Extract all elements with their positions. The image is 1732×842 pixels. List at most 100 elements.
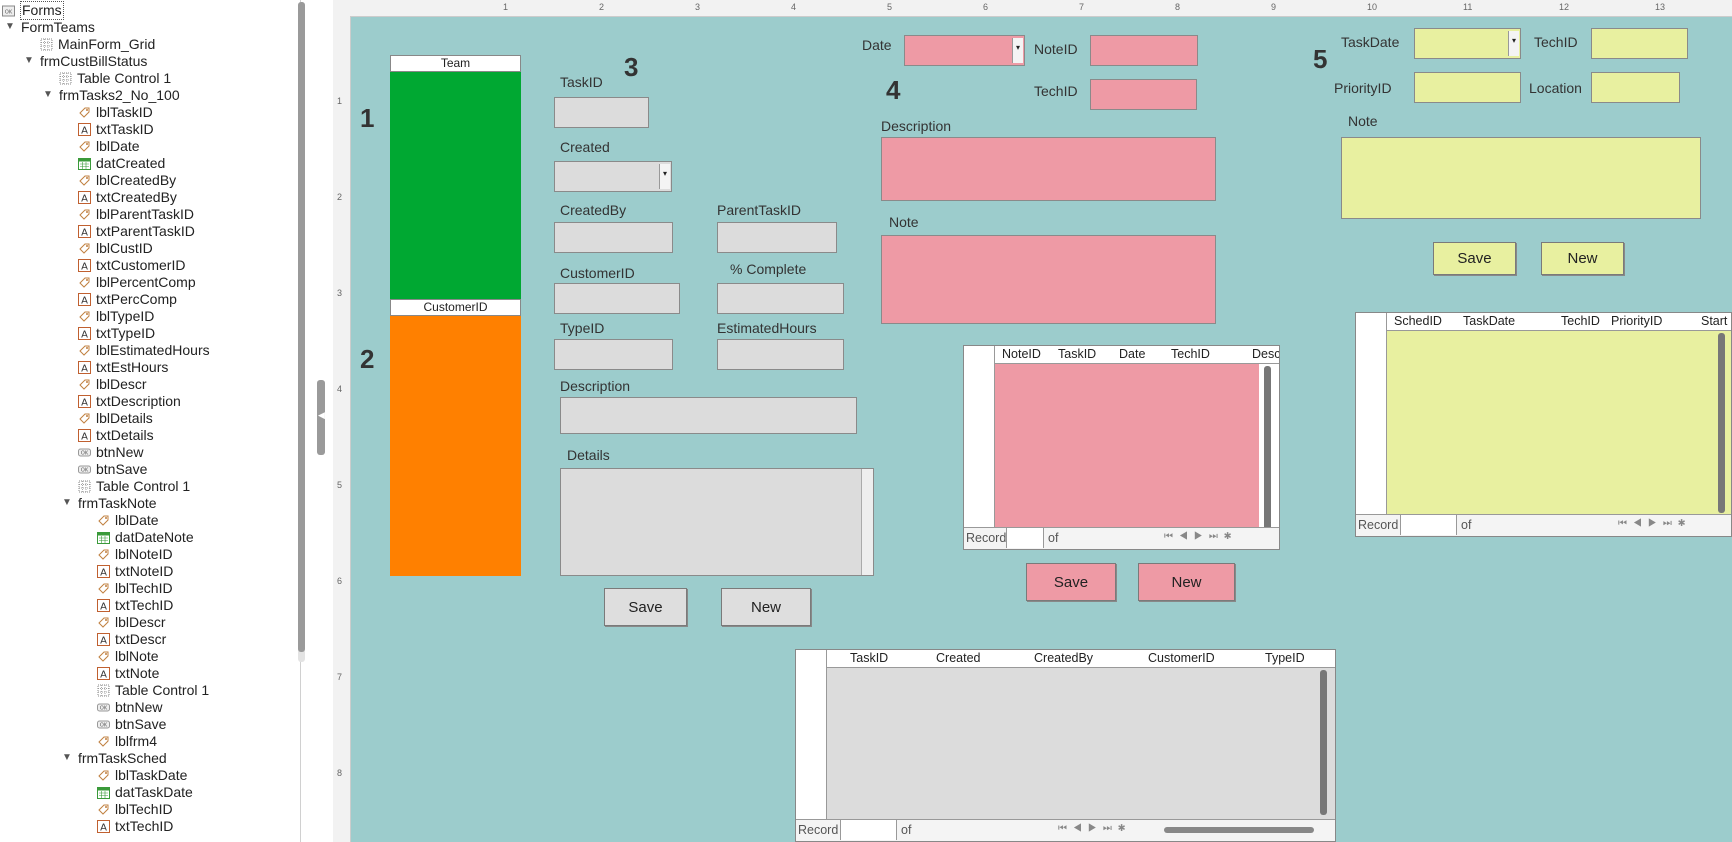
tree-item[interactable]: datDateNote — [97, 529, 194, 546]
tree-item[interactable]: Table Control 1 — [59, 70, 171, 87]
collapse-left-icon[interactable]: ◀ — [318, 410, 325, 421]
tree-item[interactable]: lblNote — [97, 648, 159, 665]
tree-item[interactable]: FormTeams — [21, 19, 95, 36]
tree-item[interactable]: AtxtNote — [97, 665, 159, 682]
customer-list[interactable] — [390, 316, 521, 576]
created-date-field[interactable]: ▾ — [554, 161, 672, 192]
main-grid-hscrollbar[interactable] — [1164, 827, 1314, 833]
details-scrollbar[interactable] — [861, 469, 873, 575]
tree-item[interactable]: MainForm_Grid — [40, 36, 155, 53]
sched-new-button[interactable]: New — [1541, 242, 1624, 275]
tree-item[interactable]: lblTaskID — [78, 104, 153, 121]
tree-item[interactable]: datTaskDate — [97, 784, 193, 801]
parent-task-id-field[interactable] — [717, 222, 837, 253]
tree-expand-icon[interactable]: ▼ — [24, 55, 34, 66]
tree-item[interactable]: AtxtDescr — [97, 631, 166, 648]
tree-item[interactable]: frmTaskSched — [78, 750, 167, 767]
record-navigation-icons[interactable]: ⏮◀▶⏭✱ — [1618, 518, 1691, 529]
grid-column-header[interactable]: Desc — [1252, 347, 1279, 361]
note-date-field[interactable]: ▾ — [904, 35, 1025, 66]
location-field[interactable] — [1591, 72, 1680, 103]
tree-item[interactable]: lblDate — [97, 512, 159, 529]
grid-column-header[interactable]: Date — [1119, 347, 1145, 361]
tree-item[interactable]: AtxtCustomerID — [78, 257, 185, 274]
sched-table-control[interactable]: SchedID TaskDate TechID PriorityID Start… — [1355, 312, 1732, 537]
main-grid-body[interactable] — [827, 668, 1335, 819]
grid-column-header[interactable]: TypeID — [1265, 651, 1305, 665]
tree-item[interactable]: OK btnSave — [78, 461, 147, 478]
tree-item[interactable]: lblCustID — [78, 240, 153, 257]
dropdown-arrow-icon[interactable]: ▾ — [1508, 31, 1519, 56]
grid-column-header[interactable]: TechID — [1561, 314, 1600, 328]
grid-column-header[interactable]: NoteID — [1002, 347, 1041, 361]
tree-item[interactable]: lblEstimatedHours — [78, 342, 210, 359]
sched-save-button[interactable]: Save — [1433, 242, 1516, 275]
note-tech-id-field[interactable] — [1090, 79, 1197, 110]
main-grid-scrollbar[interactable] — [1320, 670, 1327, 815]
tree-item[interactable]: AtxtTaskID — [78, 121, 154, 138]
tree-item[interactable]: AtxtCreatedBy — [78, 189, 177, 206]
dropdown-arrow-icon[interactable]: ▾ — [1012, 38, 1023, 63]
sched-note-field[interactable] — [1341, 137, 1701, 219]
note-id-field[interactable] — [1090, 35, 1198, 66]
grid-column-header[interactable]: TaskID — [850, 651, 888, 665]
tree-item[interactable]: lblDescr — [78, 376, 147, 393]
tree-item[interactable]: AtxtTypeID — [78, 325, 155, 342]
tree-root-forms[interactable]: OK Forms — [2, 1, 64, 20]
record-number-field[interactable] — [1006, 528, 1044, 548]
sched-grid-scrollbar[interactable] — [1718, 333, 1725, 513]
record-navigation-icons[interactable]: ⏮◀▶⏭✱ — [1058, 823, 1131, 834]
tree-item[interactable]: frmCustBillStatus — [40, 53, 147, 70]
tree-item[interactable]: lblNoteID — [97, 546, 173, 563]
tree-item[interactable]: AtxtPercComp — [78, 291, 177, 308]
grid-column-header[interactable]: CreatedBy — [1034, 651, 1093, 665]
tree-item[interactable]: lblDescr — [97, 614, 166, 631]
tree-item[interactable]: lblDate — [78, 138, 140, 155]
note-table-control[interactable]: NoteID TaskID Date TechID Desc Record of… — [963, 345, 1280, 550]
record-number-field[interactable] — [840, 820, 897, 840]
tree-item[interactable]: lblCreatedBy — [78, 172, 176, 189]
priority-id-field[interactable] — [1414, 72, 1521, 103]
tree-item[interactable]: Table Control 1 — [78, 478, 190, 495]
customer-id-field[interactable] — [554, 283, 680, 314]
note-description-field[interactable] — [881, 137, 1216, 201]
percent-complete-field[interactable] — [717, 283, 844, 314]
grid-column-header[interactable]: PriorityID — [1611, 314, 1662, 328]
tree-item[interactable]: lblTechID — [97, 801, 173, 818]
note-note-field[interactable] — [881, 235, 1216, 324]
note-grid-body[interactable] — [995, 364, 1259, 527]
tree-item[interactable]: lblTaskDate — [97, 767, 187, 784]
grid-column-header[interactable]: TaskDate — [1463, 314, 1515, 328]
created-by-field[interactable] — [554, 222, 673, 253]
grid-column-header[interactable]: SchedID — [1394, 314, 1442, 328]
tree-item[interactable]: lblTypeID — [78, 308, 154, 325]
tree-item[interactable]: frmTaskNote — [78, 495, 157, 512]
note-grid-scrollbar[interactable] — [1264, 366, 1271, 531]
tree-item[interactable]: lblfrm4 — [97, 733, 157, 750]
tasks-new-button[interactable]: New — [721, 588, 811, 626]
task-id-field[interactable] — [554, 97, 649, 128]
tree-item[interactable]: OK btnNew — [78, 444, 143, 461]
task-date-field[interactable]: ▾ — [1414, 28, 1521, 59]
tree-expand-icon[interactable]: ▼ — [5, 21, 15, 32]
sched-tech-id-field[interactable] — [1591, 28, 1688, 59]
grid-column-header[interactable]: Start — [1701, 314, 1727, 328]
tree-item[interactable]: lblParentTaskID — [78, 206, 194, 223]
type-id-field[interactable] — [554, 339, 673, 370]
tree-item[interactable]: OK btnNew — [97, 699, 162, 716]
description-field[interactable] — [560, 397, 857, 434]
tree-item[interactable]: AtxtDescription — [78, 393, 181, 410]
form-design-canvas[interactable]: 1 2 3 4 5 Team CustomerID TaskID Created… — [351, 17, 1732, 842]
tree-expand-icon[interactable]: ▼ — [62, 752, 72, 763]
tree-item[interactable]: lblTechID — [97, 580, 173, 597]
dropdown-arrow-icon[interactable]: ▾ — [659, 164, 670, 189]
sched-grid-body[interactable] — [1387, 331, 1731, 514]
tree-item[interactable]: AtxtTechID — [97, 818, 173, 835]
grid-column-header[interactable]: TechID — [1171, 347, 1210, 361]
navigator-scrollbar-thumb[interactable] — [298, 2, 305, 652]
team-list[interactable] — [390, 72, 521, 316]
record-number-field[interactable] — [1400, 515, 1457, 535]
tree-item[interactable]: AtxtParentTaskID — [78, 223, 195, 240]
main-table-control[interactable]: TaskID Created CreatedBy CustomerID Type… — [795, 649, 1336, 842]
note-new-button[interactable]: New — [1138, 563, 1235, 601]
